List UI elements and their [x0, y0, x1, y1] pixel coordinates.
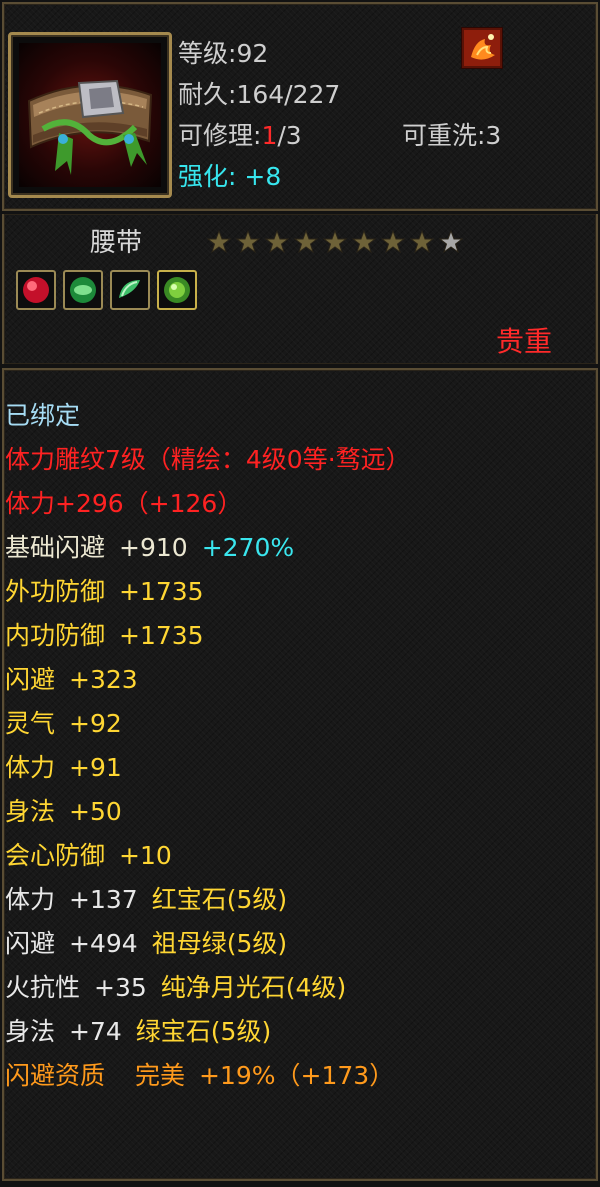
attribute-text: 体力 — [5, 885, 56, 914]
enhance-value: +8 — [244, 162, 282, 191]
attribute-text: +1735 — [119, 577, 204, 606]
attribute-text: 体力雕纹7级（精绘：4级0等·骛远） — [5, 445, 411, 474]
star-rating — [205, 228, 465, 256]
bird-emblem-icon — [460, 26, 504, 70]
attribute-text: 闪避 — [5, 665, 56, 694]
durability-label: 耐久 — [178, 80, 229, 109]
attribute-text: 红宝石(5级) — [151, 885, 288, 914]
attribute-text: +35 — [94, 973, 147, 1002]
attribute-text: 已绑定 — [5, 401, 81, 430]
star-filled-icon — [380, 229, 406, 254]
star-filled-icon — [235, 229, 261, 254]
moonstone-gem-icon[interactable] — [110, 270, 150, 310]
star-filled-icon — [264, 229, 290, 254]
item-type: 腰带 — [90, 228, 143, 258]
star-filled-icon — [293, 229, 319, 254]
repair-used: 1 — [261, 121, 278, 150]
emerald-gem-icon[interactable] — [63, 270, 103, 310]
attribute-row: 基础闪避 +910 +270% — [5, 526, 411, 570]
attribute-row: 体力 +137 红宝石(5级) — [5, 878, 411, 922]
attribute-row: 灵气 +92 — [5, 702, 411, 746]
attribute-text: +19%（+173） — [199, 1061, 395, 1090]
repair-line: 可修理:1/3 — [178, 116, 302, 152]
attribute-row: 闪避 +323 — [5, 658, 411, 702]
attribute-text: +50 — [69, 797, 122, 826]
repair-max: /3 — [277, 121, 302, 150]
attribute-text: 体力+296（+126） — [5, 489, 243, 518]
attribute-row: 会心防御 +10 — [5, 834, 411, 878]
level-label: 等级 — [178, 39, 229, 68]
star-filled-icon — [322, 229, 348, 254]
attribute-text: 纯净月光石(4级) — [160, 973, 347, 1002]
belt-icon — [19, 43, 161, 187]
attribute-text: 祖母绿(5级) — [151, 929, 288, 958]
level-value: :92 — [228, 39, 269, 68]
attribute-text: +270% — [201, 533, 295, 562]
attribute-text: 完美 — [135, 1061, 186, 1090]
attribute-row: 闪避资质 完美 +19%（+173） — [5, 1054, 411, 1098]
attribute-text: 闪避资质 — [5, 1061, 106, 1090]
attribute-text: 会心防御 — [5, 841, 106, 870]
attribute-row: 体力雕纹7级（精绘：4级0等·骛远） — [5, 438, 411, 482]
attribute-row: 闪避 +494 祖母绿(5级) — [5, 922, 411, 966]
attribute-text: +494 — [69, 929, 138, 958]
enhance-label: 强化: — [178, 162, 237, 191]
attribute-text: +92 — [69, 709, 122, 738]
star-filled-icon — [206, 229, 232, 254]
green-gem-icon[interactable] — [157, 270, 197, 310]
gem-slots — [16, 270, 197, 310]
attribute-row: 内功防御 +1735 — [5, 614, 411, 658]
attribute-list: 已绑定体力雕纹7级（精绘：4级0等·骛远） 体力+296（+126） 基础闪避 +91… — [5, 394, 411, 1098]
attribute-text: 体力 — [5, 753, 56, 782]
rarity-label: 贵重 — [495, 325, 552, 358]
attribute-row: 身法 +50 — [5, 790, 411, 834]
attribute-text: +910 — [119, 533, 188, 562]
attribute-text: +91 — [69, 753, 122, 782]
attribute-text: +74 — [69, 1017, 122, 1046]
attribute-text: +1735 — [119, 621, 204, 650]
ruby-gem-icon[interactable] — [16, 270, 56, 310]
attribute-text: 绿宝石(5级) — [135, 1017, 272, 1046]
durability-line: 耐久:164/227 — [178, 75, 340, 111]
attribute-row: 体力 +91 — [5, 746, 411, 790]
attribute-text: +10 — [119, 841, 172, 870]
star-filled-icon — [351, 229, 377, 254]
item-header-panel: 等级:92 耐久:164/227 可修理:1/3 可重洗:3 强化: +8 — [2, 2, 598, 211]
durability-value: :164/227 — [228, 80, 341, 109]
attribute-row: 火抗性 +35 纯净月光石(4级) — [5, 966, 411, 1010]
attribute-row: 外功防御 +1735 — [5, 570, 411, 614]
star-filled-icon — [409, 229, 435, 254]
attribute-text: 身法 — [5, 797, 56, 826]
item-icon-frame[interactable] — [8, 32, 172, 198]
attribute-text: +137 — [69, 885, 138, 914]
attribute-text: 基础闪避 — [5, 533, 106, 562]
rewash-line: 可重洗:3 — [402, 121, 502, 150]
repair-label: 可修理: — [178, 121, 262, 150]
attribute-row: 体力+296（+126） — [5, 482, 411, 526]
star-empty-icon — [438, 229, 464, 254]
attribute-text: 灵气 — [5, 709, 56, 738]
attribute-text: 外功防御 — [5, 577, 106, 606]
attribute-text: 身法 — [5, 1017, 56, 1046]
attribute-row: 已绑定 — [5, 394, 411, 438]
attribute-text: +323 — [69, 665, 138, 694]
enhance-line: 强化: +8 — [178, 157, 281, 193]
attribute-text: 闪避 — [5, 929, 56, 958]
attribute-row: 身法 +74 绿宝石(5级) — [5, 1010, 411, 1054]
level-line: 等级:92 — [178, 34, 268, 70]
attribute-text: 内功防御 — [5, 621, 106, 650]
attribute-text: 火抗性 — [5, 973, 81, 1002]
